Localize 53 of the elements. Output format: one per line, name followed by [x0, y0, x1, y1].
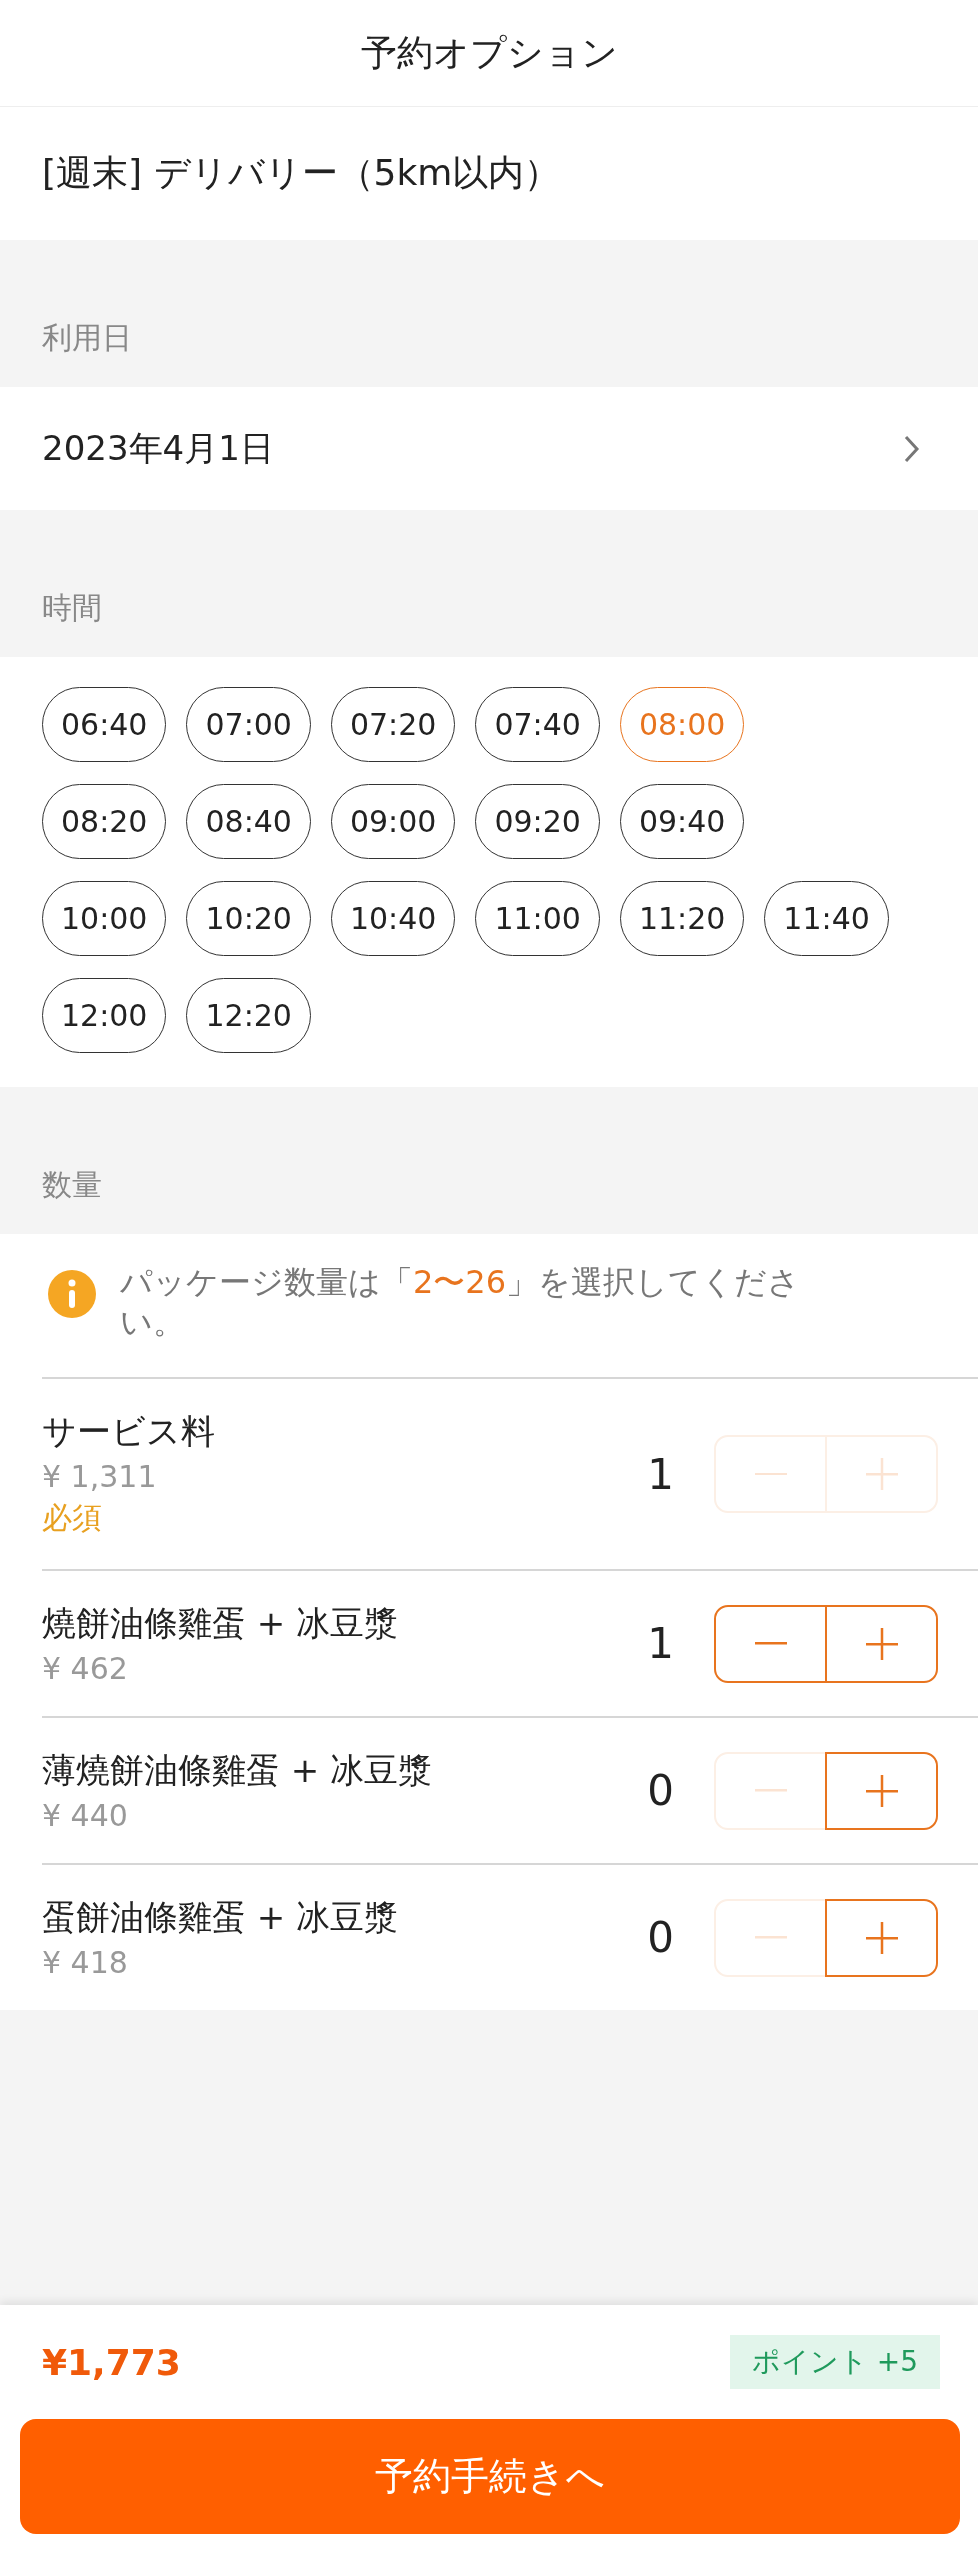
time-slot[interactable]: 08:40	[186, 784, 311, 859]
plus-icon	[864, 1627, 899, 1660]
item-name: サービス料	[42, 1410, 216, 1453]
time-slot[interactable]: 10:20	[186, 881, 311, 956]
time-slot[interactable]: 12:20	[186, 978, 311, 1053]
chevron-right-icon[interactable]	[902, 433, 920, 464]
item-quantity: 1	[647, 1619, 674, 1668]
item-name: 薄燒餅油條雞蛋 + 冰豆漿	[42, 1749, 434, 1792]
minus-icon	[753, 1936, 788, 1939]
section-label: 利用日	[42, 319, 132, 357]
minus-icon	[753, 1642, 788, 1645]
info-icon	[48, 1270, 96, 1318]
minus-button[interactable]	[714, 1604, 827, 1683]
item-price: ¥ 440	[42, 1798, 129, 1833]
time-slot[interactable]: 12:00	[42, 978, 167, 1053]
option-label: [週末] デリバリー（5km以内）	[42, 151, 561, 195]
minus-icon	[753, 1789, 788, 1792]
time-slot[interactable]: 07:20	[330, 687, 456, 762]
plus-button[interactable]	[825, 1604, 938, 1683]
section-label: 数量	[42, 1166, 102, 1204]
item-price: ¥ 1,311	[42, 1459, 158, 1494]
item-price: ¥ 462	[42, 1651, 129, 1686]
plus-icon	[864, 1921, 899, 1954]
item-quantity: 0	[647, 1913, 674, 1962]
time-slot[interactable]: 07:00	[186, 687, 311, 762]
plus-icon	[864, 1458, 899, 1490]
item-name: 蛋餅油條雞蛋 + 冰豆漿	[42, 1896, 400, 1939]
plus-icon	[864, 1774, 899, 1807]
time-slot[interactable]: 10:00	[42, 881, 167, 956]
time-slot[interactable]: 06:40	[42, 687, 167, 762]
item-quantity: 1	[647, 1449, 674, 1499]
date-value[interactable]: 2023年4月1日	[42, 425, 274, 472]
time-slot[interactable]: 10:40	[330, 881, 456, 956]
section-label: 時間	[42, 589, 102, 627]
time-slot[interactable]: 09:40	[619, 784, 745, 859]
total-price: ¥1,773	[42, 2341, 181, 2383]
item-name: 燒餅油條雞蛋 + 冰豆漿	[42, 1602, 400, 1645]
plus-button[interactable]	[825, 1751, 938, 1830]
required-tag: 必須	[42, 1498, 648, 1539]
page-title: 予約オプション	[360, 30, 618, 75]
minus-icon	[753, 1472, 788, 1476]
item-price: ¥ 418	[42, 1945, 129, 1980]
time-slot[interactable]: 11:40	[764, 881, 889, 956]
points-badge: ポイント +5	[729, 2335, 940, 2389]
time-slot[interactable]: 09:20	[475, 784, 600, 859]
time-slot[interactable]: 11:20	[619, 881, 745, 956]
time-slot[interactable]: 07:40	[475, 687, 600, 762]
time-slot[interactable]: 11:00	[475, 881, 600, 956]
time-slot[interactable]: 08:20	[42, 784, 167, 859]
item-quantity: 0	[647, 1766, 674, 1815]
quantity-notice: パッケージ数量は「2〜26」を選択してください。	[120, 1262, 802, 1342]
time-slot[interactable]: 09:00	[330, 784, 456, 859]
plus-button[interactable]	[825, 1898, 938, 1977]
